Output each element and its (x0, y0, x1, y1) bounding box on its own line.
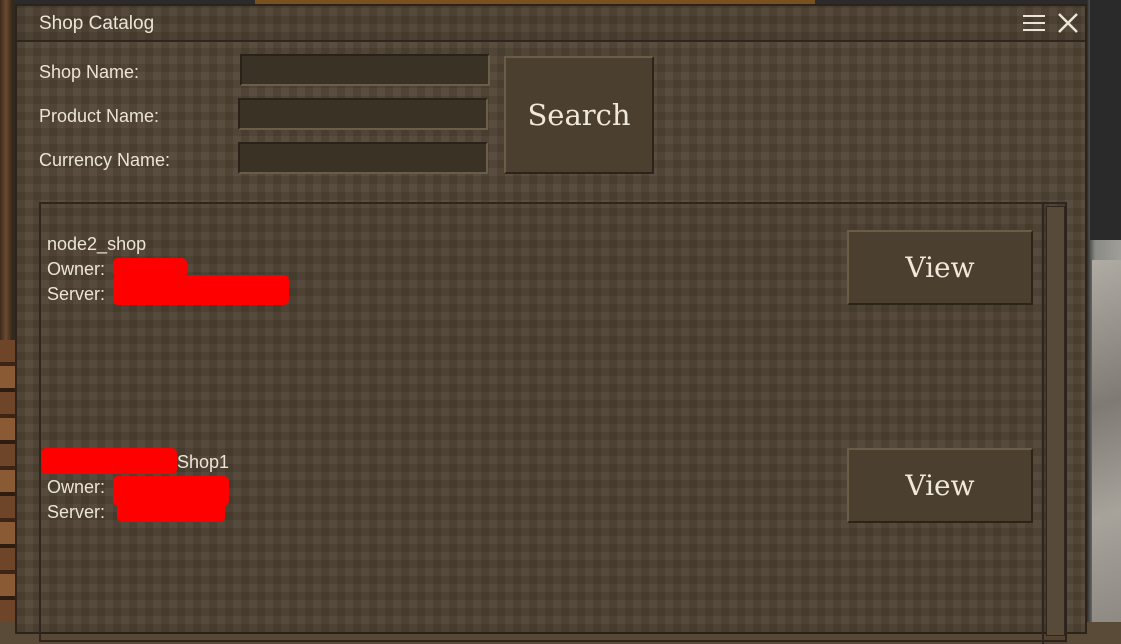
shop-list: node2_shop Owner: Server: View Shop1 Own… (39, 202, 1067, 644)
shop-name-suffix: Shop1 (177, 452, 230, 472)
server-redaction (113, 275, 289, 305)
product-name-input[interactable] (238, 98, 488, 130)
view-button[interactable]: View (847, 230, 1033, 305)
search-button[interactable]: Search (504, 56, 654, 174)
shop-name-redaction (41, 448, 177, 474)
currency-name-label: Currency Name: (39, 150, 171, 170)
view-button[interactable]: View (847, 448, 1033, 523)
game-background-stone (1092, 260, 1121, 622)
shop-name-input[interactable] (240, 54, 490, 86)
game-background-wood (0, 340, 16, 622)
game-background-block (1090, 0, 1121, 240)
currency-name-input[interactable] (238, 142, 488, 174)
shop-server-label: Server: (47, 284, 106, 304)
list-scrollbar[interactable] (1042, 204, 1067, 644)
scrollbar-thumb[interactable] (1046, 206, 1065, 636)
window-title: Shop Catalog (39, 13, 155, 34)
shop-catalog-window: Shop Catalog Shop Name: Product Name: Cu… (15, 4, 1087, 644)
close-icon[interactable] (1057, 12, 1079, 34)
product-name-label: Product Name: (39, 106, 160, 126)
shop-owner-label: Owner: (47, 477, 106, 497)
shop-owner-label: Owner: (47, 259, 106, 279)
shop-name-label: Shop Name: (39, 62, 140, 82)
window-titlebar: Shop Catalog (17, 6, 1085, 42)
shop-name: node2_shop (47, 234, 147, 254)
server-redaction (117, 500, 225, 522)
shop-server-label: Server: (47, 502, 106, 522)
hamburger-menu-icon[interactable] (1023, 14, 1045, 32)
